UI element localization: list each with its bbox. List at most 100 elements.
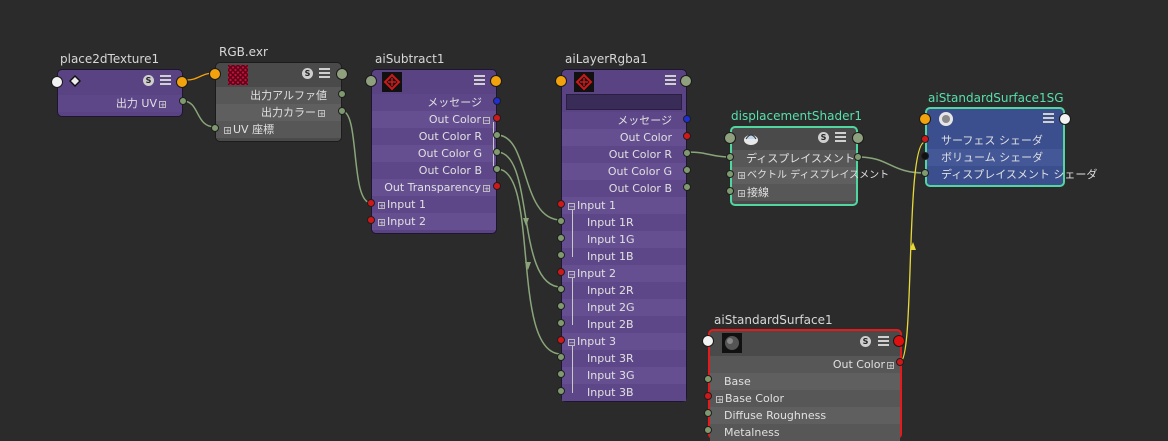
menu-icon[interactable] <box>474 75 485 85</box>
input-port-layer[interactable] <box>555 75 567 87</box>
ai-layer-rgba-node[interactable]: メッセージ Out Color Out Color R Out Color G … <box>561 69 687 402</box>
vector-displacement-port[interactable] <box>726 170 734 178</box>
input-1-port[interactable] <box>557 200 565 208</box>
surface-shader-port[interactable] <box>921 135 929 143</box>
input-2r-port[interactable] <box>557 285 565 293</box>
port-row-out-color[interactable]: Out Color − <box>372 111 496 128</box>
out-color-r-port[interactable] <box>683 149 691 157</box>
ai-standard-surface-node[interactable]: S Out Color + Base + Base Color Diffuse Ro… <box>708 329 902 441</box>
menu-icon[interactable] <box>665 75 676 85</box>
port-row-message[interactable]: メッセージ <box>562 112 686 129</box>
input-3b-port[interactable] <box>557 387 565 395</box>
input-1g-port[interactable] <box>557 234 565 242</box>
input-2-port[interactable] <box>367 216 375 224</box>
out-color-g-port[interactable] <box>493 148 501 156</box>
port-row-diffuse-roughness[interactable]: Diffuse Roughness <box>710 407 900 424</box>
out-color-port[interactable] <box>338 107 346 115</box>
port-row-vector-displacement[interactable]: + ベクトル ディスプレイスメント <box>732 167 889 184</box>
place2d-texture-node[interactable]: S 出力 UV + <box>57 69 183 117</box>
menu-icon[interactable] <box>319 68 330 78</box>
menu-icon[interactable] <box>835 132 846 142</box>
out-uv-port[interactable] <box>179 97 187 105</box>
input-3g-port[interactable] <box>557 370 565 378</box>
port-row-message[interactable]: メッセージ <box>372 94 496 111</box>
displacement-shader-port[interactable] <box>921 169 929 177</box>
port-row-input-3b[interactable]: Input 3B <box>562 384 686 401</box>
output-port-subtract[interactable] <box>490 75 502 87</box>
out-transparency-port[interactable] <box>493 182 501 190</box>
out-color-r-port[interactable] <box>493 131 501 139</box>
message-port[interactable] <box>683 115 691 123</box>
expand-icon[interactable]: + <box>738 171 745 179</box>
ai-subtract-node[interactable]: メッセージ Out Color − Out Color R Out Color G… <box>371 69 497 234</box>
out-color-port[interactable] <box>896 358 904 366</box>
port-row-out-color-r[interactable]: Out Color R <box>372 128 496 145</box>
output-port-rgb[interactable] <box>336 68 348 80</box>
port-row-input-3[interactable]: − Input 3 <box>562 333 686 350</box>
message-port[interactable] <box>493 97 501 105</box>
port-row-input-2g[interactable]: Input 2G <box>562 299 686 316</box>
port-row-input-1[interactable]: + Input 1 <box>372 196 496 213</box>
port-row-surface-shader[interactable]: サーフェス シェーダ <box>927 132 1063 149</box>
port-row-input-1[interactable]: − Input 1 <box>562 197 686 214</box>
expand-icon[interactable]: + <box>378 218 385 226</box>
port-row-uv-coord[interactable]: + UV 座標 <box>216 121 341 138</box>
port-row-out-color-b[interactable]: Out Color B <box>372 162 496 179</box>
metalness-port[interactable] <box>704 426 712 434</box>
expand-icon[interactable]: + <box>716 395 723 403</box>
out-color-b-port[interactable] <box>683 183 691 191</box>
port-row-tangent[interactable]: + 接線 <box>732 184 856 201</box>
port-row-out-color[interactable]: 出力カラー + <box>216 104 341 121</box>
port-row-out-color[interactable]: Out Color + <box>710 356 900 373</box>
port-row-input-2b[interactable]: Input 2B <box>562 316 686 333</box>
input-port-message[interactable] <box>51 76 63 88</box>
expand-icon[interactable]: + <box>159 100 166 108</box>
input-3r-port[interactable] <box>557 353 565 361</box>
input-2-port[interactable] <box>557 268 565 276</box>
out-color-b-port[interactable] <box>493 165 501 173</box>
port-row-displacement[interactable]: ディスプレイスメント <box>732 150 856 167</box>
input-2g-port[interactable] <box>557 302 565 310</box>
s-badge-icon[interactable]: S <box>818 132 829 143</box>
expand-icon[interactable]: + <box>224 126 231 134</box>
port-row-input-3r[interactable]: Input 3R <box>562 350 686 367</box>
port-row-input-1g[interactable]: Input 1G <box>562 231 686 248</box>
s-badge-icon[interactable]: S <box>860 336 871 347</box>
port-row-input-1b[interactable]: Input 1B <box>562 248 686 265</box>
port-row-out-uv[interactable]: 出力 UV + <box>58 95 182 112</box>
expand-icon[interactable]: − <box>483 116 490 124</box>
output-port-sg[interactable] <box>1059 113 1071 125</box>
port-row-base-color[interactable]: + Base Color <box>710 390 900 407</box>
collapse-icon[interactable]: − <box>568 202 575 210</box>
expand-icon[interactable]: + <box>483 184 490 192</box>
input-port-disp[interactable] <box>724 132 736 144</box>
port-row-out-color-r[interactable]: Out Color R <box>562 146 686 163</box>
collapse-icon[interactable]: − <box>568 338 575 346</box>
port-row-volume-shader[interactable]: ボリューム シェーダ <box>927 149 1063 166</box>
expand-icon[interactable]: + <box>738 189 745 197</box>
shading-group-node[interactable]: サーフェス シェーダ ボリューム シェーダ ディスプレイスメント シェーダ <box>925 107 1097 187</box>
input-2b-port[interactable] <box>557 319 565 327</box>
output-port-layer[interactable] <box>680 75 692 87</box>
input-port-surface[interactable] <box>702 335 714 347</box>
port-row-input-1r[interactable]: Input 1R <box>562 214 686 231</box>
input-port-rgb[interactable] <box>209 68 221 80</box>
port-row-out-color-b[interactable]: Out Color B <box>562 180 686 197</box>
menu-icon[interactable] <box>1043 113 1054 123</box>
input-1-port[interactable] <box>367 199 375 207</box>
displacement-port[interactable] <box>726 153 734 161</box>
port-row-displacement-shader[interactable]: ディスプレイスメント シェーダ <box>927 166 1097 183</box>
out-color-port[interactable] <box>493 114 501 122</box>
s-badge-icon[interactable]: S <box>143 75 154 86</box>
collapse-icon[interactable]: − <box>568 270 575 278</box>
menu-icon[interactable] <box>878 336 889 346</box>
out-color-port[interactable] <box>683 132 691 140</box>
port-row-out-transparency[interactable]: Out Transparency + <box>372 179 496 196</box>
port-row-metalness[interactable]: Metalness <box>710 424 900 441</box>
input-1r-port[interactable] <box>557 217 565 225</box>
diffuse-roughness-port[interactable] <box>704 409 712 417</box>
output-port-place2d[interactable] <box>176 76 188 88</box>
output-port-surface[interactable] <box>893 335 905 347</box>
port-row-input-2[interactable]: − Input 2 <box>562 265 686 282</box>
menu-icon[interactable] <box>160 75 171 85</box>
